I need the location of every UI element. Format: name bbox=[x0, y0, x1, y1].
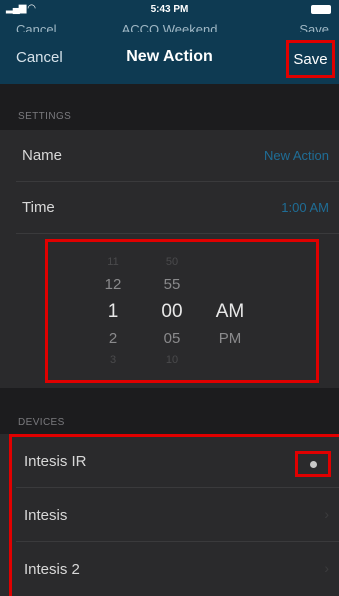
time-value: 1:00 AM bbox=[281, 200, 329, 215]
chevron-right-icon: › bbox=[324, 560, 329, 576]
underlying-nav-bar: Cancel ACCO Weekend Save bbox=[0, 20, 339, 32]
device-row-intesis[interactable]: Intesis › bbox=[0, 488, 339, 542]
status-bar: ▂▄▆ ◠ 5:43 PM bbox=[0, 0, 339, 20]
chevron-right-icon: › bbox=[324, 506, 329, 522]
device-label: Intesis bbox=[24, 507, 68, 524]
device-status-highlight-box[interactable] bbox=[295, 451, 331, 477]
save-button-label: Save bbox=[293, 50, 328, 68]
name-row[interactable]: Name New Action bbox=[0, 130, 339, 182]
device-label: Intesis IR bbox=[24, 453, 87, 470]
devices-section-header: DEVICES bbox=[18, 417, 65, 428]
status-dot-icon bbox=[309, 460, 317, 468]
underlying-title: ACCO Weekend bbox=[121, 22, 218, 32]
nav-bar: Cancel New Action Save bbox=[0, 32, 339, 84]
cancel-button[interactable]: Cancel bbox=[16, 49, 63, 66]
save-button[interactable]: Save bbox=[286, 40, 335, 78]
time-label: Time bbox=[22, 199, 55, 216]
status-time: 5:43 PM bbox=[150, 4, 189, 15]
battery-icon bbox=[311, 5, 331, 14]
name-label: Name bbox=[22, 147, 63, 164]
settings-section-header: SETTINGS bbox=[18, 111, 72, 122]
devices-list: Intesis IR Intesis › Intesis 2 › bbox=[0, 434, 339, 596]
time-row[interactable]: Time 1:00 AM bbox=[0, 182, 339, 234]
picker-highlight-box bbox=[45, 239, 319, 383]
device-label: Intesis 2 bbox=[24, 561, 80, 578]
device-row-intesis-ir[interactable]: Intesis IR bbox=[0, 434, 339, 488]
device-row-intesis-2[interactable]: Intesis 2 › bbox=[0, 542, 339, 596]
underlying-save: Save bbox=[299, 22, 329, 32]
name-value[interactable]: New Action bbox=[264, 148, 329, 163]
